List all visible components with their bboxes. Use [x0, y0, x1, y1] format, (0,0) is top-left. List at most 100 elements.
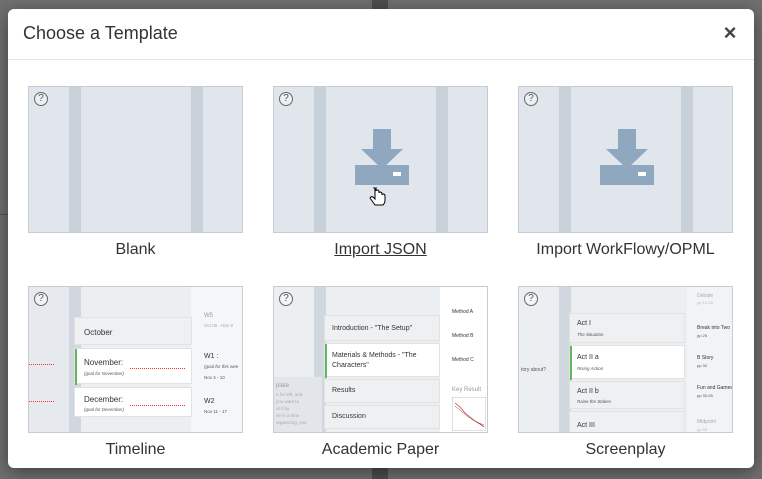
paper-section-title: Materials & Methods - "The Characters" — [332, 352, 417, 369]
help-icon[interactable]: ? — [279, 292, 293, 306]
result-chart-thumbnail — [452, 397, 486, 431]
active-bar — [75, 349, 77, 385]
template-card-blank[interactable]: ? Blank — [28, 86, 243, 258]
template-card-academic-paper[interactable]: ? plate n for left, and you want to ut i… — [273, 286, 488, 458]
timeline-card-title: December: — [84, 395, 124, 404]
timeline-week-date: Nov 4 - 10 — [204, 375, 225, 380]
timeline-card-sub: (goal for November) — [84, 371, 125, 376]
spellcheck-underline — [29, 364, 54, 365]
template-card-import-opml[interactable]: ? Import WorkFlowy/OPML — [518, 86, 733, 258]
beat-title: Break into Two — [697, 325, 730, 331]
spellcheck-underline — [130, 368, 185, 369]
column-stripe — [681, 87, 693, 232]
column-stripe — [69, 87, 81, 232]
paper-section: Materials & Methods - "The Characters" — [324, 343, 440, 378]
preview-text: plate — [276, 383, 290, 389]
download-icon — [600, 129, 654, 185]
beat-title: Fun and Games — [697, 385, 733, 391]
preview-text: organizing, you — [276, 420, 307, 425]
paper-section: Discussion — [324, 405, 440, 429]
column-stripe — [436, 87, 448, 232]
download-icon — [355, 129, 409, 185]
template-card-timeline[interactable]: ? October November: (goal for November) … — [28, 286, 243, 458]
act-sub: Raise the Stakes — [577, 399, 612, 404]
template-modal: Choose a Template × ? Blank ? Import JSO… — [8, 9, 754, 468]
timeline-week: W1 : — [204, 353, 219, 360]
act-card: Act II b Raise the Stakes — [569, 381, 685, 409]
timeline-card-title: October — [84, 328, 113, 337]
template-label[interactable]: Timeline — [28, 441, 243, 459]
paper-section: Introduction - "The Setup" — [324, 315, 440, 341]
act-sub: The Situation — [577, 332, 604, 337]
help-icon[interactable]: ? — [524, 92, 538, 106]
beat-title: B Story — [697, 355, 714, 361]
timeline-card: December: (goal for December) — [74, 387, 192, 417]
help-icon[interactable]: ? — [279, 92, 293, 106]
act-title: Act I — [577, 320, 592, 327]
act-title: Act II b — [577, 388, 599, 395]
act-card: Act III — [569, 411, 685, 432]
template-label[interactable]: Import JSON — [273, 241, 488, 259]
preview-text: you want to — [276, 399, 300, 404]
timeline-week-date: Nov 11 - 17 — [204, 409, 227, 414]
paper-section-title: Introduction - "The Setup" — [332, 325, 413, 332]
column-bg — [29, 287, 69, 432]
template-thumbnail[interactable]: ? tory about? Act I The Situation Act II… — [518, 286, 733, 433]
method-label: Method A — [452, 309, 474, 315]
beat-sub: pp 25 — [697, 333, 708, 338]
paper-section-title: Results — [332, 387, 356, 394]
timeline-card: October — [74, 317, 192, 345]
act-card: Act II a Rising Action — [569, 345, 685, 380]
preview-text: ut it by — [276, 406, 290, 411]
method-label: Method C — [452, 357, 474, 363]
paper-section-title: Discussion — [332, 413, 366, 420]
modal-header: Choose a Template × — [8, 9, 754, 60]
template-label[interactable]: Blank — [28, 241, 243, 259]
spellcheck-underline — [29, 401, 54, 402]
preview-text: ne in a time — [276, 413, 300, 418]
template-label[interactable]: Screenplay — [518, 441, 733, 459]
spellcheck-underline — [130, 405, 185, 406]
template-thumbnail[interactable]: ? — [518, 86, 733, 233]
act-sub: Rising Action — [577, 366, 604, 371]
column-stripe — [559, 87, 571, 232]
template-card-import-json[interactable]: ? Import JSON — [273, 86, 488, 258]
act-card: Act I The Situation — [569, 313, 685, 343]
key-result-label: Key Result — [452, 387, 482, 393]
hand-cursor-icon — [369, 187, 386, 206]
preview-text: tory about? — [521, 367, 547, 373]
column-stripe — [191, 87, 203, 232]
help-icon[interactable]: ? — [34, 92, 48, 106]
help-icon[interactable]: ? — [524, 292, 538, 306]
timeline-week-sub: Oct 06 - Nov 8 — [204, 323, 234, 328]
help-icon[interactable]: ? — [34, 292, 48, 306]
beat-title: Debate — [697, 293, 714, 299]
act-title: Act II a — [577, 354, 599, 361]
timeline-card-title: November: — [84, 358, 124, 367]
column-stripe — [314, 87, 326, 232]
timeline-week: W2 — [204, 398, 215, 405]
template-card-screenplay[interactable]: ? tory about? Act I The Situation Act II… — [518, 286, 733, 458]
template-thumbnail[interactable]: ? October November: (goal for November) … — [28, 286, 243, 433]
modal-title: Choose a Template — [23, 23, 178, 43]
timeline-week-sub: (goal for this wee — [204, 364, 239, 369]
beat-sub: pp 30 — [697, 363, 708, 368]
beat-title: Midpoint — [697, 419, 716, 425]
timeline-card: November: (goal for November) — [74, 348, 192, 385]
close-button[interactable]: × — [720, 21, 740, 45]
template-label[interactable]: Academic Paper — [273, 441, 488, 459]
preview-text: n for left, and — [276, 392, 303, 397]
template-thumbnail[interactable]: ? — [28, 86, 243, 233]
beat-sub: pp 30-55 — [697, 393, 713, 398]
paper-section: Results — [324, 379, 440, 403]
timeline-week: W5 — [204, 313, 213, 319]
method-label: Method B — [452, 333, 474, 339]
act-title: Act III — [577, 422, 595, 429]
timeline-card-sub: (goal for December) — [84, 407, 125, 412]
template-label[interactable]: Import WorkFlowy/OPML — [518, 241, 733, 259]
beat-sub: pp 12-25 — [697, 300, 713, 305]
template-thumbnail[interactable]: ? — [273, 86, 488, 233]
beat-sub: pp 55 — [697, 427, 708, 432]
template-thumbnail[interactable]: ? plate n for left, and you want to ut i… — [273, 286, 488, 433]
active-bar — [325, 344, 327, 378]
